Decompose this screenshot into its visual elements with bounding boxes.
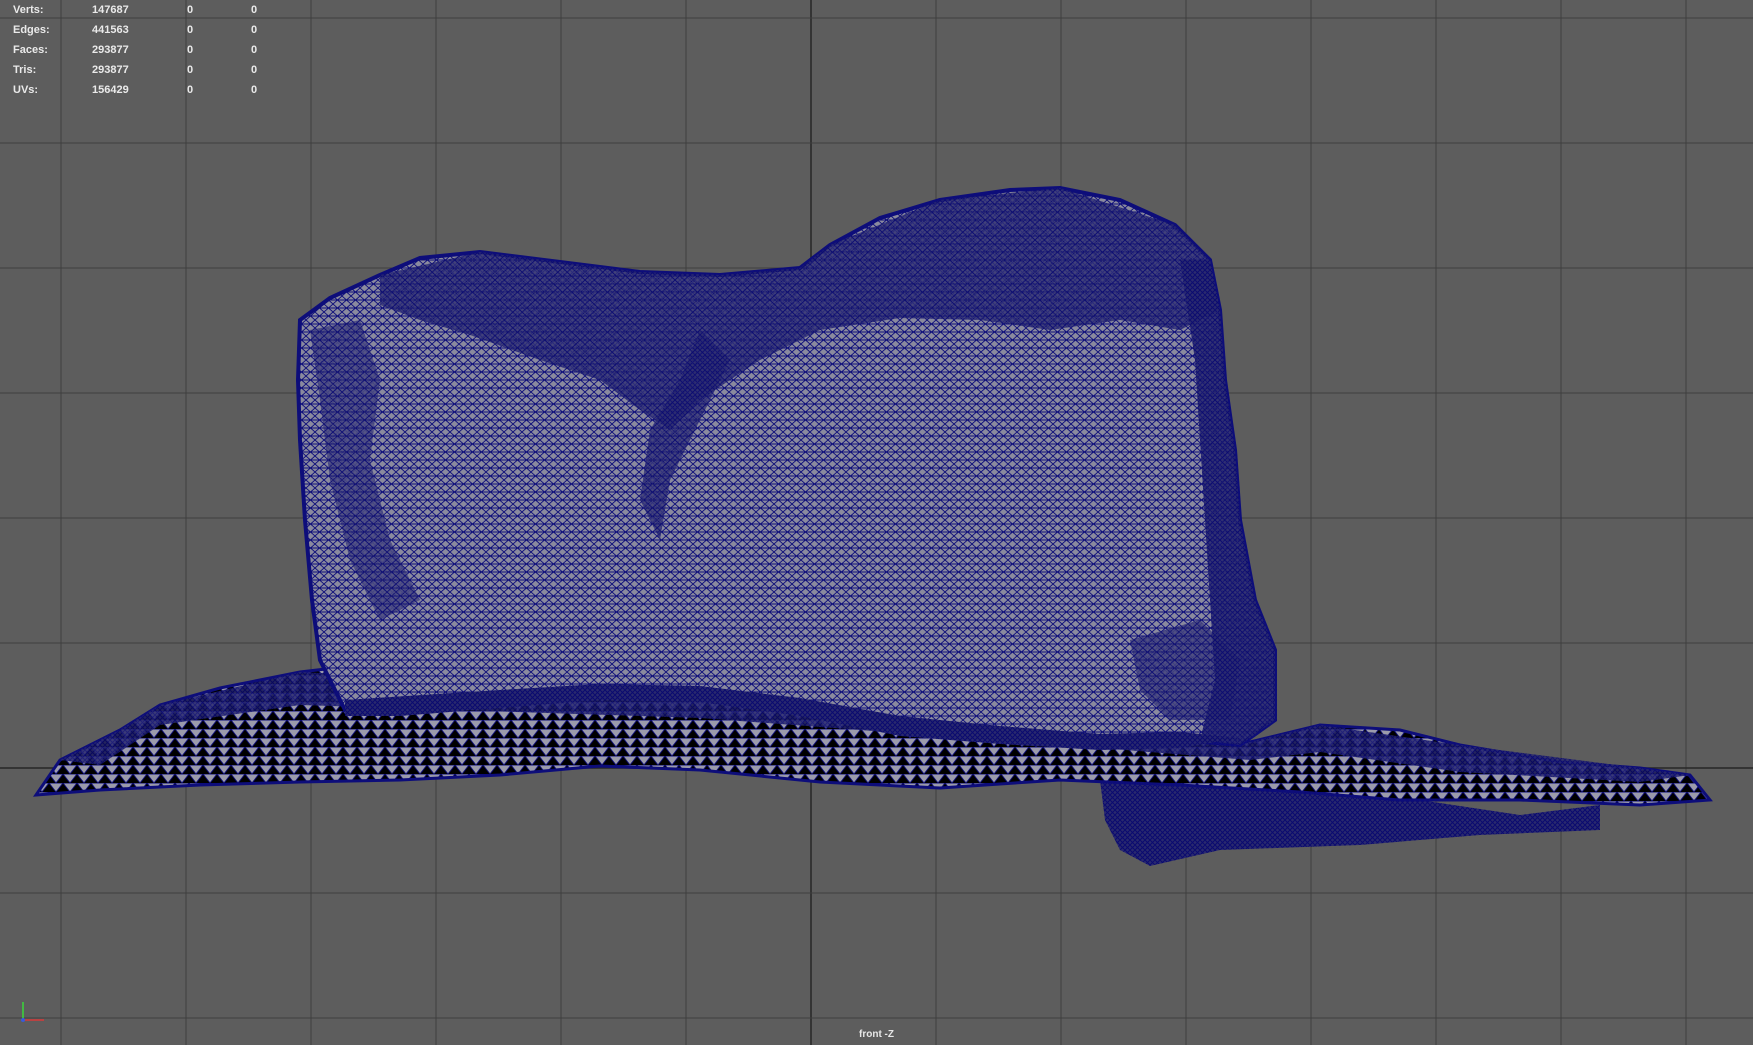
- hud-selected-count: 0: [187, 44, 194, 56]
- hud-selected-count-2: 0: [251, 84, 258, 96]
- hud-row-verts: Verts: 147687 0 0: [0, 0, 280, 20]
- hud-row-uvs: UVs: 156429 0 0: [0, 80, 280, 100]
- hud-row-faces: Faces: 293877 0 0: [0, 40, 280, 60]
- hud-selected-count: 0: [187, 4, 194, 16]
- hud-selected-count-2: 0: [251, 24, 258, 36]
- hud-selected-count: 0: [187, 64, 194, 76]
- hud-label: Faces:: [13, 44, 48, 56]
- hud-label: Tris:: [13, 64, 37, 76]
- hud-selected-count-2: 0: [251, 4, 258, 16]
- hud-selected-count: 0: [187, 24, 194, 36]
- hud-value: 156429: [92, 84, 129, 96]
- hud-value: 293877: [92, 44, 129, 56]
- camera-label: front -Z: [859, 1029, 894, 1040]
- hud-selected-count-2: 0: [251, 44, 258, 56]
- axis-gizmo-icon: [21, 1002, 44, 1022]
- hud-row-tris: Tris: 293877 0 0: [0, 60, 280, 80]
- viewport-front[interactable]: Verts: 147687 0 0 Edges: 441563 0 0 Face…: [0, 0, 1753, 1045]
- hud-label: Edges:: [13, 24, 50, 36]
- hud-selected-count-2: 0: [251, 64, 258, 76]
- hud-value: 441563: [92, 24, 129, 36]
- rock-mesh-wireframe[interactable]: [0, 0, 1753, 1045]
- axis-z-icon: [21, 1018, 25, 1022]
- hud-row-edges: Edges: 441563 0 0: [0, 20, 280, 40]
- hud-value: 293877: [92, 64, 129, 76]
- hud-label: Verts:: [13, 4, 44, 16]
- hud-selected-count: 0: [187, 84, 194, 96]
- hud-value: 147687: [92, 4, 129, 16]
- hud-label: UVs:: [13, 84, 39, 96]
